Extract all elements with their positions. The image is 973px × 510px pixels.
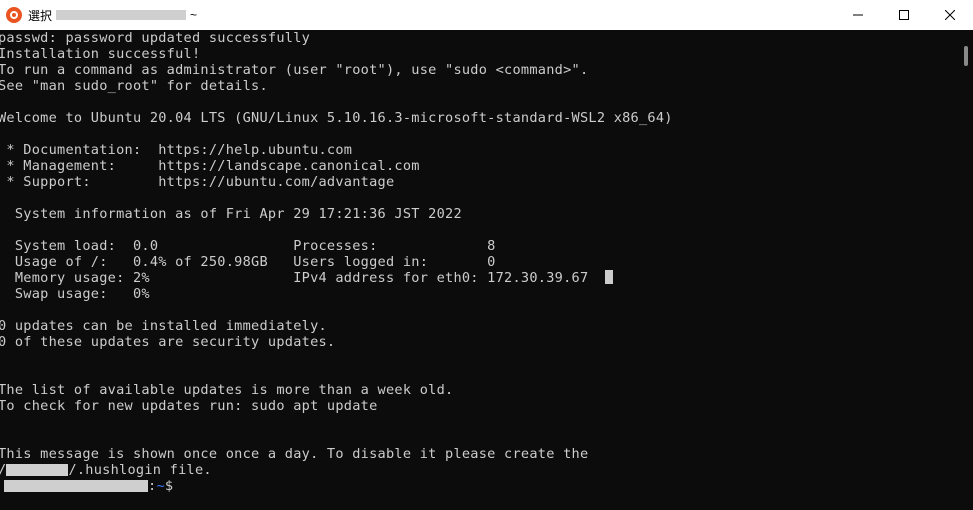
shell-prompt[interactable]: :~$ <box>0 478 173 494</box>
terminal-output[interactable]: passwd: password updated successfully In… <box>0 30 959 510</box>
terminal-line: * Management: https://landscape.canonica… <box>0 158 420 174</box>
close-button[interactable] <box>927 0 973 30</box>
hushlogin-text: /.hushlogin file. <box>68 462 212 478</box>
terminal-line: Swap usage: 0% <box>0 286 150 302</box>
terminal-line: Memory usage: 2% IPv4 address for eth0: … <box>0 270 589 286</box>
vertical-scrollbar[interactable] <box>959 30 973 510</box>
window-title-suffix: ~ <box>190 8 198 22</box>
terminal-line: This message is shown once once a day. T… <box>0 446 589 462</box>
scrollbar-thumb[interactable] <box>964 46 968 66</box>
terminal-line: To check for new updates run: sudo apt u… <box>0 398 378 414</box>
terminal-line: To run a command as administrator (user … <box>0 62 589 78</box>
redacted-user-host <box>4 480 148 492</box>
title-bar[interactable]: 選択 ~ <box>0 0 973 30</box>
terminal-line: See "man sudo_root" for details. <box>0 78 268 94</box>
close-icon <box>945 10 955 20</box>
minimize-button[interactable] <box>835 0 881 30</box>
prompt-symbol: $ <box>164 478 174 494</box>
maximize-button[interactable] <box>881 0 927 30</box>
window-title-prefix: 選択 <box>28 8 53 23</box>
window-controls <box>835 0 973 30</box>
terminal-line: The list of available updates is more th… <box>0 382 454 398</box>
terminal-line: passwd: password updated successfully <box>0 30 311 46</box>
terminal-line: * Documentation: https://help.ubuntu.com <box>0 142 353 158</box>
redacted-home-dir <box>6 464 69 476</box>
prompt-path: ~ <box>156 478 165 494</box>
terminal-line: Usage of /: 0.4% of 250.98GB Users logge… <box>0 254 496 270</box>
minimize-icon <box>853 14 863 16</box>
terminal-line: System information as of Fri Apr 29 17:2… <box>0 206 462 222</box>
maximize-icon <box>899 10 909 20</box>
terminal-line: Installation successful! <box>0 46 201 62</box>
text-cursor <box>605 270 614 284</box>
terminal-line: * Support: https://ubuntu.com/advantage <box>0 174 395 190</box>
terminal-line-with-cursor: Memory usage: 2% IPv4 address for eth0: … <box>0 270 614 286</box>
ubuntu-icon <box>6 7 22 23</box>
terminal-line: 0 of these updates are security updates. <box>0 334 336 350</box>
hushlogin-line: //.hushlogin file. <box>0 462 212 478</box>
terminal-line: Welcome to Ubuntu 20.04 LTS (GNU/Linux 5… <box>0 110 673 126</box>
redacted-username <box>56 10 187 20</box>
terminal-line: System load: 0.0 Processes: 8 <box>0 238 496 254</box>
terminal-line: 0 updates can be installed immediately. <box>0 318 327 334</box>
